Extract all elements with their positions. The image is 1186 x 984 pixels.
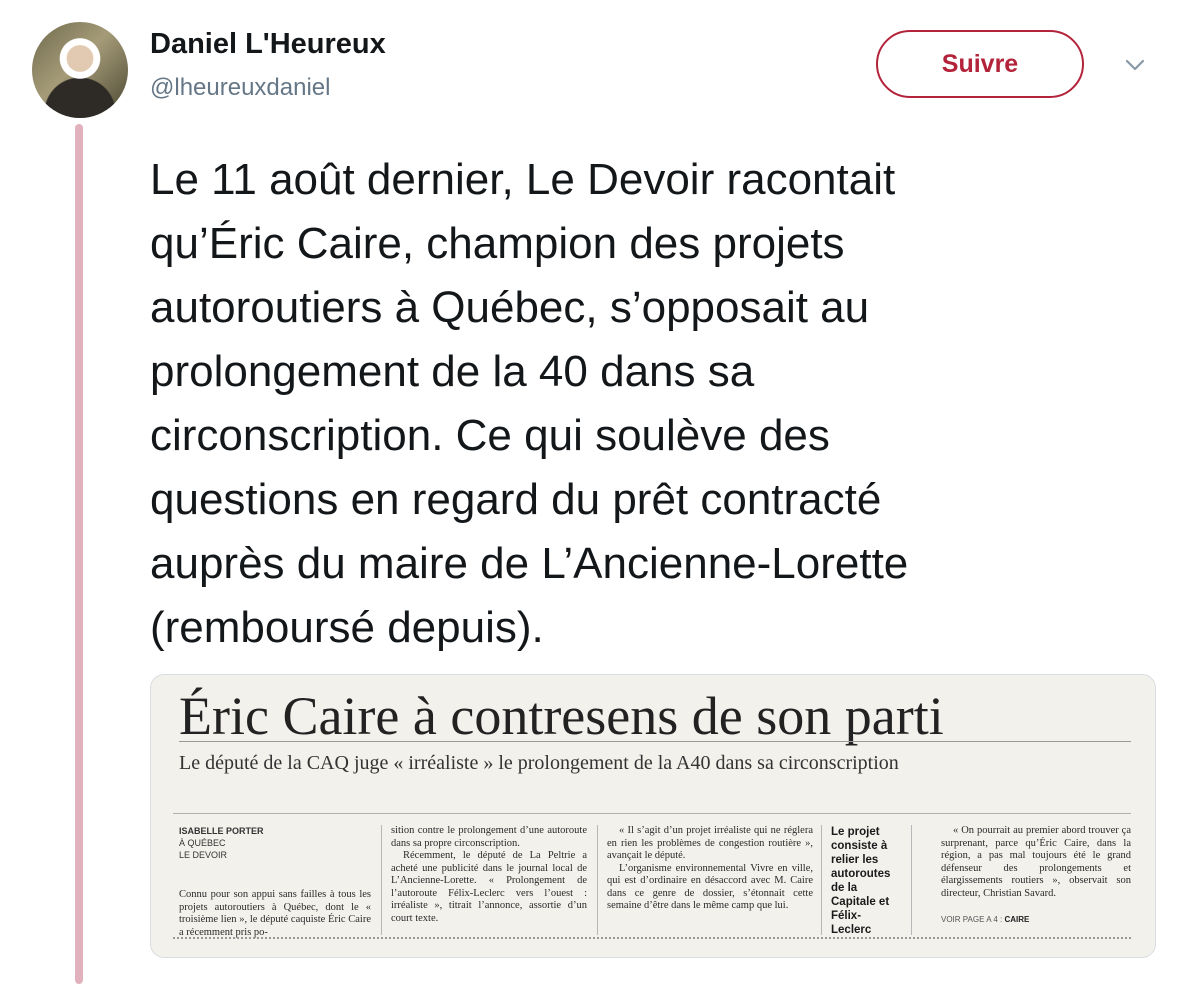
bottom-rule: [173, 937, 1131, 939]
chevron-down-icon[interactable]: [1124, 54, 1146, 76]
byline-place: À QUÉBEC: [179, 838, 226, 848]
article-paragraph: Récemment, le député de La Peltrie a ach…: [391, 850, 587, 924]
article-column-4: « On pourrait au premier abord trouver ç…: [941, 825, 1131, 927]
subhead-rule: [173, 813, 1131, 814]
article-column-2: sition contre le prolongement d’une auto…: [391, 825, 587, 925]
author-handle[interactable]: @lheureuxdaniel: [150, 74, 330, 102]
follow-button[interactable]: Suivre: [876, 30, 1084, 98]
column-divider: [381, 825, 382, 935]
byline-name: ISABELLE PORTER: [179, 826, 264, 836]
author-avatar[interactable]: [32, 22, 128, 118]
column-divider: [911, 825, 912, 935]
see-page-ref: CAIRE: [1004, 915, 1030, 924]
article-headline: Éric Caire à contresens de son parti: [179, 686, 944, 746]
article-paragraph: « On pourrait au premier abord trouver ç…: [941, 825, 1131, 899]
headline-rule: [179, 741, 1131, 742]
column-divider: [597, 825, 598, 935]
article-paragraph: sition contre le prolongement d’une auto…: [391, 825, 587, 849]
thread-line: [75, 124, 83, 984]
see-page-prefix: VOIR PAGE A 4 :: [941, 915, 1003, 924]
tweet-text: Le 11 août dernier, Le Devoir racontait …: [150, 155, 909, 652]
pull-quote: Le projet consiste à relier les autorout…: [831, 826, 891, 936]
article-column-1: ISABELLE PORTER À QUÉBEC LE DEVOIR Connu…: [179, 825, 371, 939]
article-paragraph: « Il s’agit d’un projet irréaliste qui n…: [607, 825, 813, 861]
article-column-3: « Il s’agit d’un projet irréaliste qui n…: [607, 825, 813, 913]
article-paragraph: L’organisme environnemental Vivre en vil…: [607, 862, 813, 912]
attached-image-newspaper-clipping[interactable]: Éric Caire à contresens de son parti Le …: [150, 674, 1156, 958]
article-subhead: Le député de la CAQ juge « irréaliste » …: [179, 752, 899, 774]
byline-outlet: LE DEVOIR: [179, 850, 228, 860]
column-divider: [821, 825, 822, 935]
article-paragraph: Connu pour son appui sans failles à tous…: [179, 889, 371, 938]
see-page-reference: VOIR PAGE A 4 : CAIRE: [941, 914, 1131, 927]
author-display-name[interactable]: Daniel L'Heureux: [150, 28, 386, 61]
